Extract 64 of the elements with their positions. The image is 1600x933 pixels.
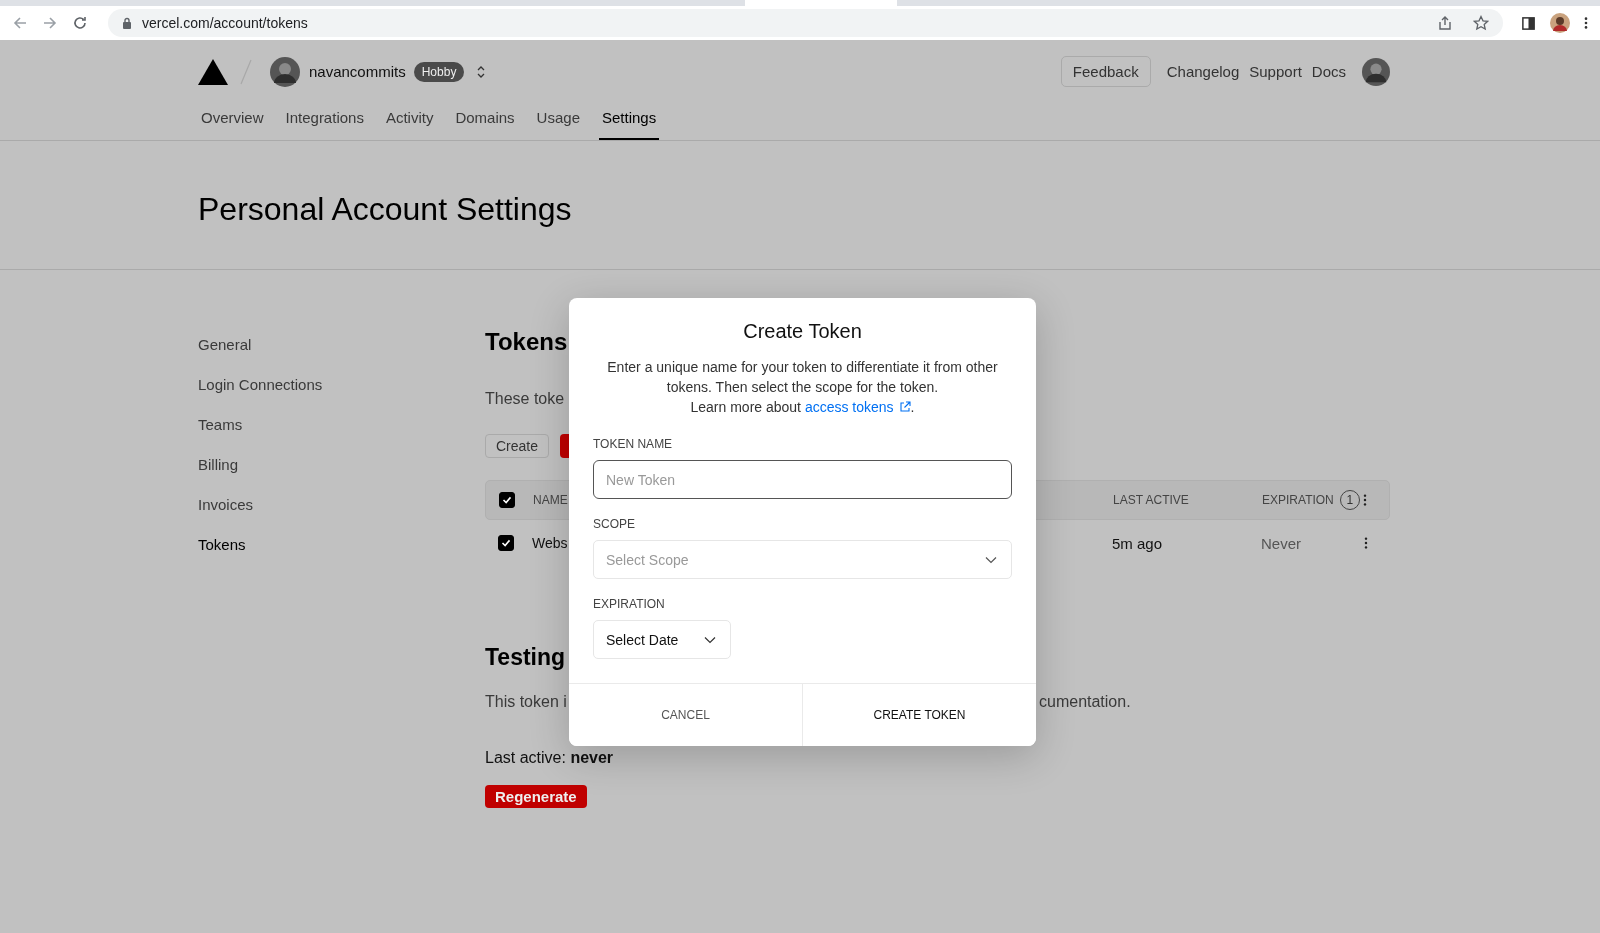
sidebar-icon[interactable] [1521, 15, 1536, 31]
checkbox[interactable] [498, 535, 514, 551]
field-label: TOKEN NAME [593, 437, 674, 451]
access-tokens-link[interactable]: access tokens [804, 399, 911, 415]
nav-tab[interactable]: Integrations [282, 107, 367, 140]
dialog-title: Create Token [742, 320, 863, 343]
header-link[interactable]: Changelog [1166, 63, 1240, 80]
forward-icon[interactable] [42, 15, 58, 31]
nav-tab[interactable]: Activity [382, 107, 437, 140]
date-select[interactable]: Select Date [593, 620, 731, 659]
avatar [270, 56, 300, 87]
sidebar-item[interactable]: Teams [198, 414, 485, 435]
triangle-logo-icon[interactable] [198, 58, 228, 85]
lock-icon [122, 17, 132, 29]
field-label: EXPIRATION [593, 597, 666, 611]
plan-badge: Hobby [413, 61, 465, 82]
section-description: These toke [485, 390, 565, 408]
avatar[interactable] [1550, 13, 1570, 33]
checkbox[interactable] [499, 492, 515, 508]
header-link[interactable]: Docs [1311, 63, 1346, 80]
star-icon[interactable] [1473, 15, 1489, 31]
nav-tab[interactable]: Settings [598, 107, 660, 140]
sidebar-item[interactable]: General [198, 334, 485, 355]
slash-icon [240, 58, 252, 85]
section-title: Tokens [485, 327, 568, 357]
create-button[interactable]: Create [485, 434, 550, 458]
nav-tab[interactable]: Overview [198, 107, 267, 140]
share-icon[interactable] [1437, 15, 1453, 31]
reload-icon[interactable] [72, 15, 88, 31]
field-label: SCOPE [593, 517, 636, 531]
table-cell-text: Never [1261, 534, 1302, 552]
regenerate-button[interactable]: Regenerate [485, 785, 587, 808]
header-link[interactable]: Support [1249, 63, 1302, 80]
external-link-icon [898, 401, 911, 413]
sidebar-item[interactable]: Tokens [198, 534, 485, 555]
page-title: Personal Account Settings [198, 191, 573, 228]
table-cell-text: 5m ago [1112, 534, 1164, 552]
more-icon[interactable] [1364, 536, 1368, 550]
create-token-button[interactable]: CREATE TOKEN [802, 684, 1036, 746]
address-field[interactable]: vercel.com/account/tokens [108, 9, 1503, 37]
nav-tab[interactable]: Usage [533, 107, 583, 140]
avatar[interactable] [1362, 57, 1390, 86]
column-header: EXPIRATION [1262, 493, 1334, 507]
chevron-down-icon [985, 555, 997, 564]
more-icon[interactable] [1363, 493, 1367, 507]
section-description: This token i [485, 693, 568, 711]
last-active-text: Last active: never [485, 749, 615, 767]
back-icon[interactable] [12, 15, 28, 31]
table-cell-text: Webs [532, 535, 569, 551]
menu-icon[interactable] [1584, 16, 1588, 30]
section-title: Testing [485, 643, 566, 672]
user-name[interactable]: navancommits [309, 63, 406, 80]
section-description: cumentation. [1039, 693, 1131, 711]
chevron-down-icon [704, 635, 716, 644]
sidebar-item[interactable]: Login Connections [198, 374, 485, 395]
feedback-button[interactable]: Feedback [1060, 56, 1151, 87]
sidebar-item[interactable]: Invoices [198, 494, 485, 515]
sidebar-item[interactable]: Billing [198, 454, 485, 475]
column-header: NAME [533, 493, 568, 507]
nav-tab[interactable]: Domains [452, 107, 518, 140]
dialog-description: Enter a unique name for your token to differentiate it from other tokens. Then select the scope for the token. Learn more about access tokens . [606, 358, 999, 417]
token-name-field[interactable]: New Token [593, 460, 1012, 499]
column-header: LAST ACTIVE [1113, 493, 1189, 507]
cancel-button[interactable]: CANCEL [569, 684, 802, 746]
